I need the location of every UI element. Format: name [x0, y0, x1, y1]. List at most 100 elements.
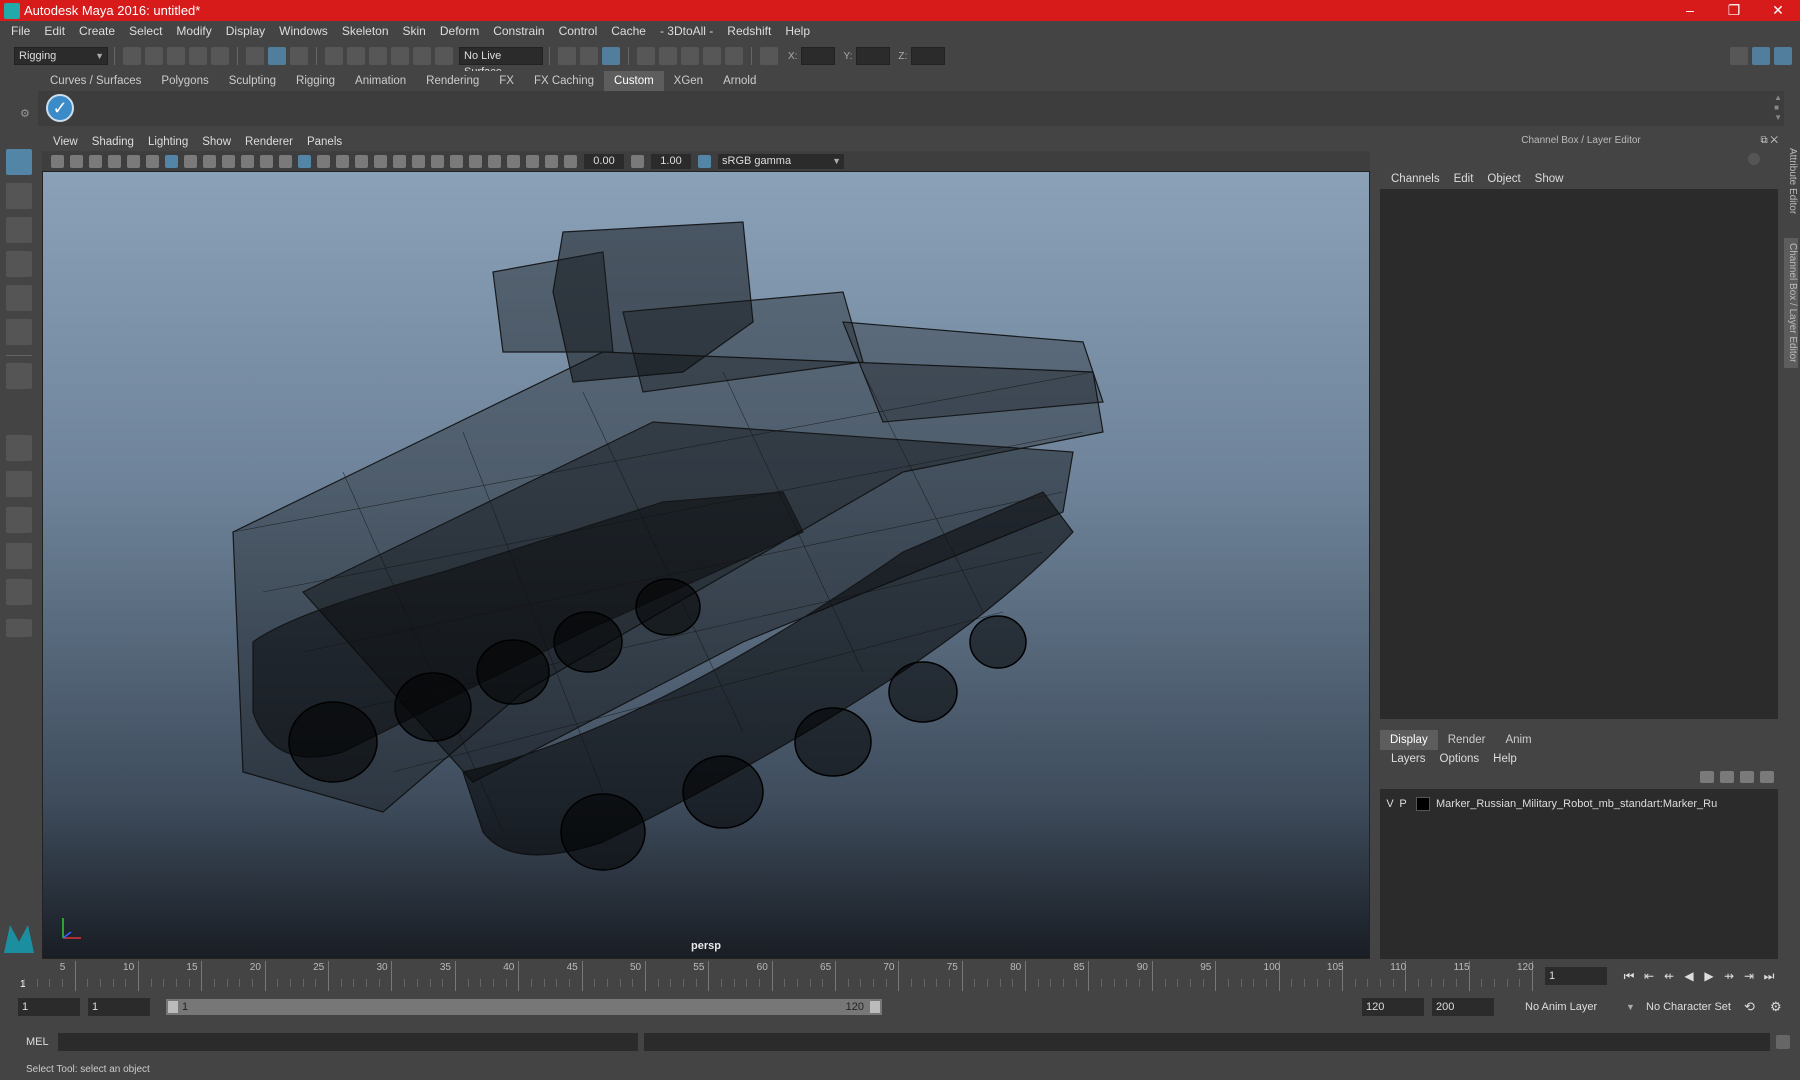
channel-options-icon[interactable]: [1748, 153, 1760, 165]
step-forward-frame-icon[interactable]: ⇥: [1742, 969, 1756, 983]
viewport-persp[interactable]: persp: [42, 171, 1370, 959]
construction-history-icon[interactable]: [602, 47, 620, 65]
rotate-tool-icon[interactable]: [6, 285, 32, 311]
snap-live-icon[interactable]: [413, 47, 431, 65]
range-slider[interactable]: 1 120: [166, 999, 882, 1015]
safe-title-icon[interactable]: [279, 154, 292, 168]
step-back-frame-icon[interactable]: ⇤: [1642, 969, 1656, 983]
command-input[interactable]: [58, 1033, 638, 1051]
menu-display[interactable]: Display: [219, 24, 272, 38]
tab-arnold[interactable]: Arnold: [713, 71, 766, 91]
graph-layout-icon[interactable]: [6, 543, 32, 569]
z-field[interactable]: [911, 47, 946, 65]
current-frame-field[interactable]: 1: [1545, 967, 1607, 985]
tab-animation[interactable]: Animation: [345, 71, 416, 91]
four-view-layout-icon[interactable]: [6, 435, 32, 461]
toggle-attribute-editor-icon[interactable]: [1752, 47, 1770, 65]
screen-space-ao-icon[interactable]: [412, 154, 425, 168]
menu-create[interactable]: Create: [72, 24, 122, 38]
viewport-menu-show[interactable]: Show: [195, 136, 238, 148]
hypershade-icon[interactable]: [725, 47, 743, 65]
tab-xgen[interactable]: XGen: [664, 71, 713, 91]
new-empty-layer-icon[interactable]: [1740, 771, 1754, 783]
range-end-handle[interactable]: [870, 1001, 880, 1013]
minimize-button[interactable]: –: [1668, 0, 1712, 21]
viewport-menu-renderer[interactable]: Renderer: [238, 136, 300, 148]
render-frame-icon[interactable]: [659, 47, 677, 65]
input-ops-icon[interactable]: [558, 47, 576, 65]
viewport-menu-panels[interactable]: Panels: [300, 136, 349, 148]
select-tool-icon[interactable]: [6, 149, 32, 175]
field-chart-icon[interactable]: [241, 154, 254, 168]
move-layer-down-icon[interactable]: [1720, 771, 1734, 783]
layer-color-swatch[interactable]: [1416, 797, 1430, 811]
safe-action-icon[interactable]: [260, 154, 273, 168]
snap-curve-icon[interactable]: [347, 47, 365, 65]
wireframe-on-shaded-icon[interactable]: [336, 154, 349, 168]
exposure-icon[interactable]: [564, 154, 577, 168]
viewport-menu-shading[interactable]: Shading: [85, 136, 141, 148]
step-forward-key-icon[interactable]: ⇸: [1722, 969, 1736, 983]
grease-pencil-icon[interactable]: [146, 154, 159, 168]
menu-constrain[interactable]: Constrain: [486, 24, 551, 38]
transform-mode-icon[interactable]: [760, 47, 778, 65]
animation-preferences-icon[interactable]: ⚙: [1770, 998, 1782, 1016]
camera-attributes-icon[interactable]: [70, 154, 83, 168]
layer-playback-toggle[interactable]: P: [1396, 798, 1410, 810]
channel-box-body[interactable]: [1380, 189, 1778, 719]
le-menu-help[interactable]: Help: [1486, 753, 1524, 765]
hypershade-layout-icon[interactable]: [6, 579, 32, 605]
close-button[interactable]: ✕: [1756, 0, 1800, 21]
animation-start-field[interactable]: 1: [18, 998, 80, 1016]
snap-point-icon[interactable]: [369, 47, 387, 65]
menu-control[interactable]: Control: [552, 24, 605, 38]
film-gate-icon[interactable]: [184, 154, 197, 168]
tab-rendering[interactable]: Rendering: [416, 71, 489, 91]
depth-of-field-icon[interactable]: [469, 154, 482, 168]
use-lights-icon[interactable]: [374, 154, 387, 168]
scale-tool-icon[interactable]: [6, 319, 32, 345]
bookmark-icon[interactable]: [89, 154, 102, 168]
tab-curves-surfaces[interactable]: Curves / Surfaces: [40, 71, 151, 91]
menu-deform[interactable]: Deform: [433, 24, 486, 38]
layer-row[interactable]: V P Marker_Russian_Military_Robot_mb_sta…: [1380, 795, 1778, 813]
render-view-icon[interactable]: [637, 47, 655, 65]
new-scene-icon[interactable]: [123, 47, 141, 65]
tab-channel-box-layer-editor[interactable]: Channel Box / Layer Editor: [1784, 238, 1798, 368]
new-layer-from-selected-icon[interactable]: [1760, 771, 1774, 783]
single-perspective-layout-icon[interactable]: [6, 363, 32, 389]
play-backwards-icon[interactable]: ◀: [1682, 969, 1696, 983]
isolate-select-icon[interactable]: [488, 154, 501, 168]
menu-file[interactable]: File: [4, 24, 37, 38]
xray-components-icon[interactable]: [545, 154, 558, 168]
gear-icon[interactable]: ⚙: [20, 107, 30, 120]
shelf-scroll-icon[interactable]: ▲ ■ ▼: [1774, 93, 1782, 123]
range-start-handle[interactable]: [168, 1001, 178, 1013]
current-frame-marker[interactable]: 1: [20, 979, 26, 990]
script-editor-icon[interactable]: [1776, 1035, 1790, 1049]
outliner-layout-icon[interactable]: [6, 507, 32, 533]
tab-render[interactable]: Render: [1438, 730, 1496, 750]
textured-icon[interactable]: [355, 154, 368, 168]
wireframe-icon[interactable]: [298, 154, 311, 168]
menu-help[interactable]: Help: [778, 24, 817, 38]
menu-select[interactable]: Select: [122, 24, 169, 38]
move-layer-up-icon[interactable]: [1700, 771, 1714, 783]
maximize-button[interactable]: ❐: [1712, 0, 1756, 21]
lasso-tool-icon[interactable]: [6, 183, 32, 209]
menu-skeleton[interactable]: Skeleton: [335, 24, 396, 38]
color-space-dropdown[interactable]: sRGB gamma ▼: [718, 153, 844, 169]
animation-end-field[interactable]: 200: [1432, 998, 1494, 1016]
resolution-gate-icon[interactable]: [203, 154, 216, 168]
tab-display[interactable]: Display: [1380, 730, 1438, 750]
tab-custom[interactable]: Custom: [604, 71, 664, 91]
snap-grid-icon[interactable]: [325, 47, 343, 65]
step-back-key-icon[interactable]: ⇷: [1662, 969, 1676, 983]
toggle-channel-box-icon[interactable]: [1774, 47, 1792, 65]
le-menu-layers[interactable]: Layers: [1384, 753, 1433, 765]
motion-blur-icon[interactable]: [431, 154, 444, 168]
collapse-toolbox-icon[interactable]: [6, 619, 32, 637]
go-to-end-icon[interactable]: ⏭: [1762, 969, 1776, 983]
x-field[interactable]: [801, 47, 836, 65]
y-field[interactable]: [856, 47, 891, 65]
